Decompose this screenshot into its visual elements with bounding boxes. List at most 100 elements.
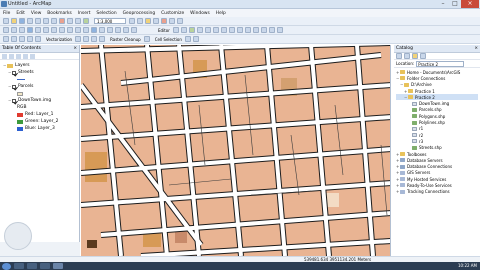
clear-selection-icon[interactable] xyxy=(75,27,81,33)
map-scale-field[interactable]: 1:3,000 xyxy=(94,18,126,24)
raster-cleanup-menu[interactable]: Raster Cleanup xyxy=(110,37,141,42)
edit-annotation-icon[interactable] xyxy=(180,27,187,33)
delete-icon[interactable] xyxy=(59,18,65,24)
up-one-level-icon[interactable] xyxy=(396,53,402,59)
arcscan-dropdown-icon[interactable] xyxy=(11,36,17,42)
undo-icon[interactable] xyxy=(67,18,73,24)
list-by-selection-icon[interactable] xyxy=(23,53,28,59)
paste-icon[interactable] xyxy=(51,18,57,24)
layers-group[interactable]: − Layers xyxy=(3,62,76,69)
vectorization-trace-icon[interactable] xyxy=(75,36,82,42)
save-icon[interactable] xyxy=(19,18,25,24)
raster-properties-icon[interactable] xyxy=(192,36,199,42)
connect-folder-icon[interactable] xyxy=(412,53,418,59)
end-point-arc-icon[interactable] xyxy=(196,27,203,33)
cell-selection-menu[interactable]: Cell Selection xyxy=(155,37,182,42)
menu-edit[interactable]: Edit xyxy=(16,11,25,16)
html-popup-icon[interactable] xyxy=(123,27,129,33)
vectorization-settings-icon[interactable] xyxy=(91,36,98,42)
map-view[interactable] xyxy=(81,45,391,256)
menu-selection[interactable]: Selection xyxy=(96,11,116,16)
redo-icon[interactable] xyxy=(75,18,81,24)
location-field[interactable]: Practice 2 xyxy=(416,60,465,67)
pan-icon[interactable] xyxy=(19,27,25,33)
map-canvas[interactable] xyxy=(81,45,391,256)
arcscan-snap-icon[interactable] xyxy=(35,36,41,42)
find-icon[interactable] xyxy=(99,27,105,33)
toggle-contents-icon[interactable] xyxy=(420,53,426,59)
layer-visibility-checkbox[interactable] xyxy=(12,70,16,75)
cut-polygons-icon[interactable] xyxy=(236,27,243,33)
reshape-icon[interactable] xyxy=(228,27,235,33)
taskbar-media-icon[interactable] xyxy=(40,263,50,269)
layer-row-streets[interactable]: − Streets xyxy=(3,69,76,76)
arcscan-toggle-icon[interactable] xyxy=(19,36,25,42)
arcscan-layer-icon[interactable] xyxy=(3,36,9,42)
collapse-icon[interactable]: − xyxy=(8,70,11,75)
attributes-icon[interactable] xyxy=(260,27,267,33)
layer-visibility-checkbox[interactable] xyxy=(12,98,16,103)
layer-row-downtown[interactable]: − DownTown.img xyxy=(3,97,76,104)
edit-vertices-icon[interactable] xyxy=(220,27,227,33)
collapse-icon[interactable]: − xyxy=(3,63,6,68)
taskbar-browser-icon[interactable] xyxy=(27,263,37,269)
maximize-button[interactable]: □ xyxy=(449,0,461,8)
zoom-out-icon[interactable] xyxy=(11,27,17,33)
menu-customize[interactable]: Customize xyxy=(161,11,184,16)
menu-help[interactable]: Help xyxy=(216,11,226,16)
vectorization-menu[interactable]: Vectorization xyxy=(46,37,72,42)
add-data-icon[interactable] xyxy=(83,18,89,24)
zoom-in-icon[interactable] xyxy=(3,27,9,33)
close-button[interactable]: × xyxy=(461,0,479,8)
arcscan-tool-icon[interactable] xyxy=(27,36,33,42)
toc-close-icon[interactable]: × xyxy=(73,45,77,53)
straight-segment-icon[interactable] xyxy=(188,27,195,33)
menu-windows[interactable]: Windows xyxy=(190,11,210,16)
split-icon[interactable] xyxy=(244,27,251,33)
python-window-icon[interactable] xyxy=(169,18,175,24)
taskbar-explorer-icon[interactable] xyxy=(14,263,24,269)
full-extent-icon[interactable] xyxy=(27,27,33,33)
list-by-source-icon[interactable] xyxy=(9,53,14,59)
start-button-icon[interactable] xyxy=(2,262,11,270)
vectorization-shape-icon[interactable] xyxy=(83,36,90,42)
time-slider-icon[interactable] xyxy=(131,27,137,33)
collapse-icon[interactable]: − xyxy=(8,84,11,89)
print-icon[interactable] xyxy=(27,18,33,24)
menu-view[interactable]: View xyxy=(31,11,41,16)
create-features-icon[interactable] xyxy=(276,27,283,33)
identify-icon[interactable] xyxy=(91,27,97,33)
minimize-button[interactable]: – xyxy=(437,0,449,8)
copy-icon[interactable] xyxy=(43,18,49,24)
catalog-close-icon[interactable]: × xyxy=(474,45,478,53)
menu-geoprocessing[interactable]: Geoprocessing xyxy=(123,11,155,16)
fixed-zoom-in-icon[interactable] xyxy=(35,27,41,33)
search-window-icon[interactable] xyxy=(153,18,159,24)
home-icon[interactable] xyxy=(404,53,410,59)
open-icon[interactable] xyxy=(11,18,17,24)
collapse-icon[interactable]: − xyxy=(8,98,11,103)
taskbar-arcmap-icon[interactable] xyxy=(53,263,63,269)
layer-visibility-checkbox[interactable] xyxy=(12,84,16,89)
model-builder-icon[interactable] xyxy=(177,18,183,24)
hyperlink-icon[interactable] xyxy=(115,27,121,33)
measure-icon[interactable] xyxy=(107,27,113,33)
point-icon[interactable] xyxy=(212,27,219,33)
rotate-icon[interactable] xyxy=(252,27,259,33)
select-connected-cells-icon[interactable] xyxy=(184,36,191,42)
menu-bookmarks[interactable]: Bookmarks xyxy=(47,11,72,16)
fixed-zoom-out-icon[interactable] xyxy=(43,27,49,33)
raster-painting-icon[interactable] xyxy=(143,36,150,42)
sketch-properties-icon[interactable] xyxy=(268,27,275,33)
editor-menu[interactable]: Editor xyxy=(158,28,170,33)
edit-tool-icon[interactable] xyxy=(172,27,179,33)
taskbar-clock[interactable]: 10:22 AM xyxy=(458,263,477,269)
toc-window-icon[interactable] xyxy=(137,18,143,24)
options-icon[interactable] xyxy=(30,53,35,59)
menu-file[interactable]: File xyxy=(3,11,10,16)
catalog-item[interactable]: + Tracking Connections xyxy=(396,189,478,195)
trace-icon[interactable] xyxy=(204,27,211,33)
list-by-drawing-order-icon[interactable] xyxy=(2,53,7,59)
back-extent-icon[interactable] xyxy=(51,27,57,33)
editor-toolbar-icon[interactable] xyxy=(129,18,135,24)
